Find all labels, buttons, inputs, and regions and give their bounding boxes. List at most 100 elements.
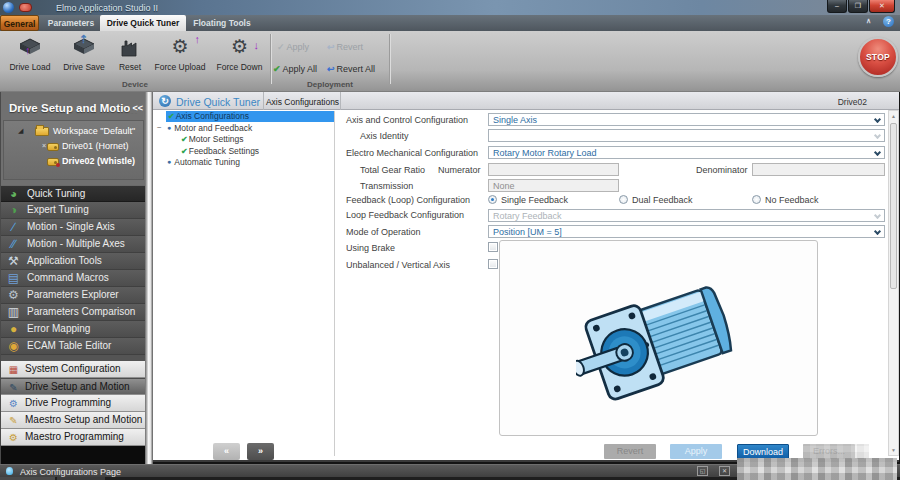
mode-of-operation-select[interactable]: Position [UM = 5]∨ (488, 225, 885, 238)
tree-item-workspace-default[interactable]: ◢Workspace "Default" (4, 124, 143, 139)
sidebar-item-drive-programming[interactable]: ⚙Drive Programming (1, 395, 146, 412)
config-tree-item-feedback-settings[interactable]: ✔Feedback Settings (181, 146, 259, 157)
sidebar-item-motion-multiple-axes[interactable]: ∕∕Motion - Multiple Axes (1, 236, 146, 253)
vertical-scrollbar[interactable]: ▲ ▼ (888, 110, 899, 456)
reset-icon (110, 34, 150, 61)
sidebar-item-maestro-programming[interactable]: ⚙Maestro Programming (1, 429, 146, 446)
system-configuration-icon: ▦ (6, 362, 21, 377)
drive-load-button[interactable]: ↑ Drive Load (4, 34, 56, 80)
content-tab-axis-configurations[interactable]: Axis Configurations (265, 97, 340, 107)
collapse-icon[interactable]: − (157, 123, 162, 132)
radio-dual-feedback[interactable] (619, 195, 628, 204)
radio-label-dual-feedback: Dual Feedback (632, 195, 693, 205)
tab-floating-tools[interactable]: Floating Tools (189, 15, 255, 31)
drive-save-icon: ⇡ (58, 34, 110, 61)
scrollbar-thumb[interactable] (890, 123, 897, 289)
drive-save-button[interactable]: ⇡ Drive Save (58, 34, 110, 80)
using-brake-checkbox[interactable] (488, 242, 498, 252)
sidebar-item-label: Maestro Setup and Motion (25, 414, 142, 425)
quick-access-stop-icon[interactable] (19, 3, 32, 12)
scroll-up-icon[interactable]: ▲ (889, 111, 898, 121)
config-tree-item-motor-settings[interactable]: ✔Motor Settings (181, 134, 244, 145)
force-upload-button[interactable]: ⚙↑ Force Upload (151, 34, 209, 80)
sidebar-item-expert-tuning[interactable]: ◑Expert Tuning (1, 202, 146, 219)
numerator-label: Numerator (438, 165, 481, 175)
sidebar-item-quick-tuning[interactable]: ◕Quick Tuning (1, 185, 146, 202)
config-tree-item-automatic-tuning[interactable]: ●Automatic Tuning (167, 157, 240, 168)
scroll-down-icon[interactable]: ▼ (889, 445, 898, 455)
apply-all-check-icon: ✔ (273, 64, 281, 74)
config-tree-item-motor-and-feedback[interactable]: −●Motor and Feedback (153, 123, 334, 134)
radio-label-single-feedback: Single Feedback (501, 195, 568, 205)
sidebar-item-application-tools[interactable]: ⚒Application Tools (1, 253, 146, 270)
chevron-down-icon: ∨ (874, 132, 881, 139)
maestro-setup-and-motion-icon: ✎ (6, 413, 21, 428)
status-dock-icon[interactable]: ◱ (697, 466, 708, 476)
sidebar-item-maestro-setup-and-motion[interactable]: ✎ Maestro Setup and Motion (1, 412, 146, 429)
apply-all-button[interactable]: ✔Apply All (273, 64, 317, 74)
apply-button[interactable]: Apply (670, 444, 722, 459)
motor-illustration (576, 277, 742, 410)
config-tree-label: Automatic Tuning (174, 157, 240, 167)
nav-next-button[interactable]: » (247, 443, 274, 460)
maximize-button[interactable]: ❐ (848, 0, 868, 13)
sidebar-item-parameters-comparison[interactable]: ▥Parameters Comparison (1, 304, 146, 321)
sidebar-item-ecam-table-editor[interactable]: ◉ECAM Table Editor (1, 338, 146, 355)
tab-parameters[interactable]: Parameters (42, 15, 100, 31)
expert-tuning-icon: ◑ (6, 203, 21, 218)
denominator-field (752, 163, 885, 176)
config-tree-label: Feedback Settings (189, 146, 259, 156)
sidebar-item-parameters-explorer[interactable]: ⚙Parameters Explorer (1, 287, 146, 304)
stop-button[interactable]: STOP (858, 37, 898, 77)
config-tree-item-axis-configurations[interactable]: ✔Axis Configurations (166, 111, 334, 122)
sidebar-item-label: Error Mapping (27, 323, 90, 334)
sidebar-footer-space (1, 446, 146, 464)
axis-control-select[interactable]: Single Axis∨ (488, 113, 885, 126)
revert-all-button[interactable]: ↩Revert All (327, 64, 375, 74)
radio-single-feedback[interactable] (488, 195, 497, 204)
apply-button[interactable]: ✓Apply (277, 42, 309, 52)
unbalanced-vertical-axis-checkbox[interactable] (488, 259, 498, 269)
tree-item-drive02-whistle[interactable]: Drive02 (Whistle) (4, 154, 143, 169)
sidebar-item-command-macros[interactable]: ▤Command Macros (1, 270, 146, 287)
sidebar-collapse-button[interactable]: << (130, 103, 143, 113)
axis-identity-select: ∨ (488, 129, 885, 142)
sidebar-item-drive-setup-and-motion[interactable]: ✎Drive Setup and Motion (1, 378, 146, 395)
transmission-label: Transmission (360, 181, 413, 191)
sidebar-item-error-mapping[interactable]: ● Error Mapping (1, 321, 146, 338)
revert-button[interactable]: Revert (604, 444, 656, 459)
download-button[interactable]: Download (737, 444, 789, 459)
denominator-label: Denominator (696, 165, 748, 175)
sidebar-item-system-configuration[interactable]: ▦System Configuration (1, 361, 146, 378)
minimize-button[interactable]: – (827, 0, 847, 13)
reset-button[interactable]: Reset (110, 34, 150, 80)
help-icon[interactable]: ? (883, 16, 894, 27)
electro-mechanical-select[interactable]: Rotary Motor Rotary Load∨ (488, 146, 885, 159)
bullet-icon: ● (167, 124, 171, 131)
tab-general[interactable]: General (0, 15, 39, 31)
nav-prev-button[interactable]: « (213, 443, 240, 460)
content-title: Drive Quick Tuner (176, 96, 260, 108)
sidebar-item-motion-single-axis[interactable]: ∕Motion - Single Axis (1, 219, 146, 236)
title-bar: Elmo Application Studio II – ❐ ✕ (0, 0, 900, 15)
drive-programming-icon: ⚙ (6, 396, 21, 411)
sidebar-menu: ◕Quick Tuning◑Expert Tuning∕Motion - Sin… (1, 185, 146, 361)
radio-no-feedback[interactable] (752, 195, 761, 204)
tab-drive-quick-tuner[interactable]: Drive Quick Tuner (100, 15, 186, 31)
unbalanced-vertical-axis-label: Unbalanced / Vertical Axis (346, 260, 450, 270)
revert-button[interactable]: ↩Revert (327, 42, 363, 52)
sidebar-splitter[interactable] (145, 92, 153, 464)
close-button[interactable]: ✕ (869, 0, 895, 13)
tree-item-drive01-hornet[interactable]: ×Drive01 (Hornet) (4, 139, 143, 154)
check-icon: ✔ (181, 135, 188, 144)
application-tools-icon: ⚒ (6, 254, 21, 269)
expander-icon[interactable]: ◢ (18, 127, 23, 135)
axis-identity-label: Axis Identity (360, 131, 409, 141)
force-download-button[interactable]: ⚙↓ Force Down (211, 34, 268, 80)
apply-check-icon: ✓ (277, 42, 285, 52)
ribbon-collapse-icon[interactable]: ∧ (866, 17, 871, 25)
status-close-icon[interactable]: ✕ (719, 466, 730, 476)
quick-tuning-icon: ◕ (6, 187, 21, 202)
error-mapping-icon: ● (6, 322, 21, 337)
transmission-field: None (488, 179, 619, 192)
